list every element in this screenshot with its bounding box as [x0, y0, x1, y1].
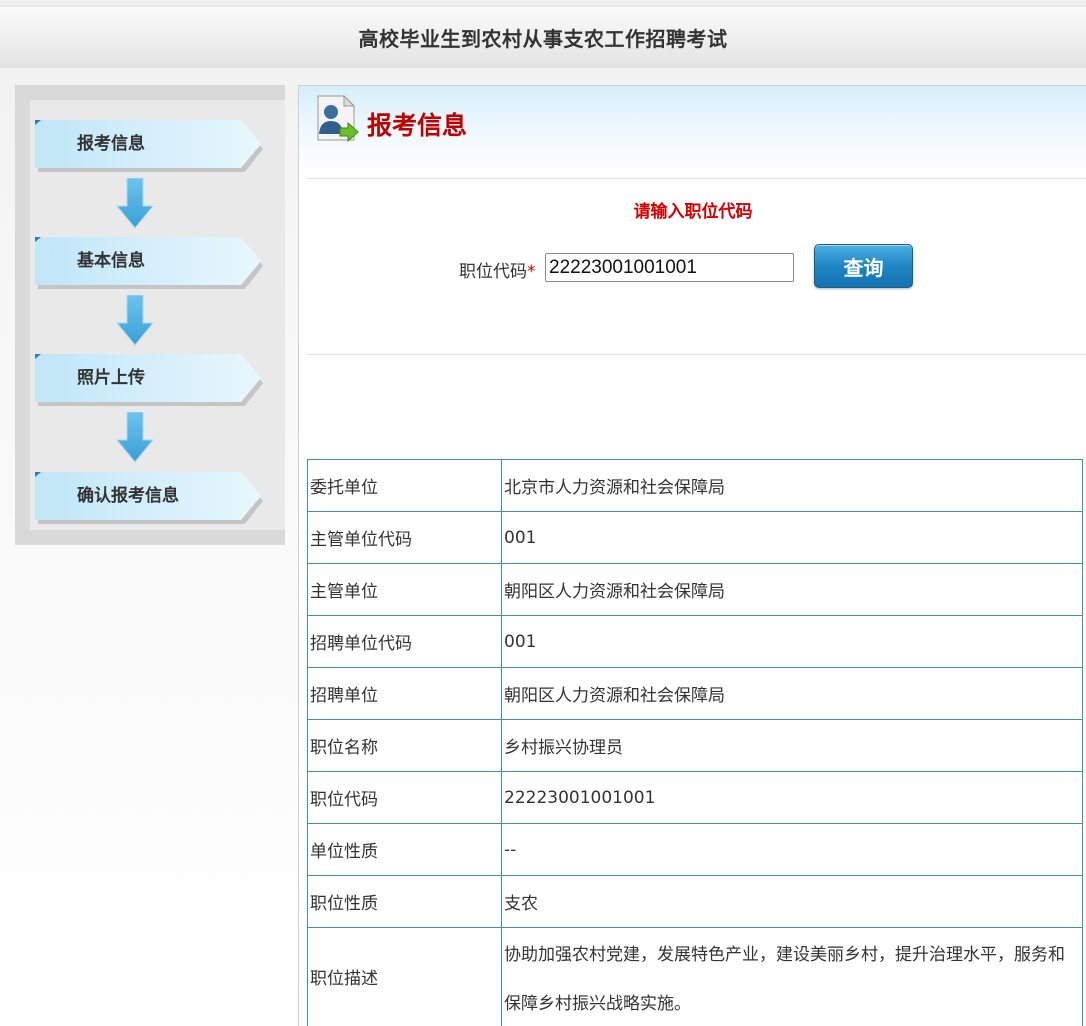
position-info-table: 委托单位 北京市人力资源和社会保障局 主管单位代码 001 主管单位 朝阳区人力资源和社会…	[307, 459, 1083, 1026]
arrow-down-icon	[115, 178, 155, 229]
step-label: 照片上传	[77, 368, 145, 388]
code-prompt: 请输入职位代码	[633, 202, 753, 222]
field-value: --	[501, 823, 1083, 876]
page-title: 高校毕业生到农村从事支农工作招聘考试	[358, 27, 728, 51]
field-label: 职位名称	[307, 719, 502, 772]
field-value: 朝阳区人力资源和社会保障局	[501, 563, 1083, 616]
table-row: 单位性质 --	[307, 823, 1083, 876]
table-row: 招聘单位 朝阳区人力资源和社会保障局	[307, 667, 1083, 720]
field-value: 朝阳区人力资源和社会保障局	[501, 667, 1083, 720]
table-row: 主管单位 朝阳区人力资源和社会保障局	[307, 563, 1083, 616]
table-row: 招聘单位代码 001	[307, 615, 1083, 668]
step-shape	[35, 237, 263, 289]
field-label: 职位性质	[307, 875, 502, 928]
required-mark: *	[527, 262, 536, 282]
page-header: 高校毕业生到农村从事支农工作招聘考试	[0, 6, 1086, 68]
field-value: 22223001001001	[501, 771, 1083, 824]
field-value: 乡村振兴协理员	[501, 719, 1083, 772]
table-row: 职位性质 支农	[307, 875, 1083, 928]
step-label: 基本信息	[77, 251, 145, 271]
step-photo-upload[interactable]: 照片上传	[35, 354, 263, 406]
step-shape	[35, 120, 263, 172]
user-document-icon	[317, 94, 359, 143]
step-basic-info[interactable]: 基本信息	[35, 237, 263, 289]
table-row: 职位描述 协助加强农村党建，发展特色产业，建设美丽乡村，提升治理水平，服务和保障乡…	[307, 927, 1083, 1026]
position-code-input[interactable]	[545, 253, 794, 282]
step-sidebar: 报考信息 基本信息 照片上传 确认报考信息	[15, 85, 285, 545]
position-code-label: 职位代码*	[459, 257, 536, 282]
step-apply-info[interactable]: 报考信息	[35, 120, 263, 172]
position-code-label-text: 职位代码	[459, 262, 527, 282]
divider	[307, 178, 1086, 179]
field-value: 001	[501, 615, 1083, 668]
field-label: 招聘单位代码	[307, 615, 502, 668]
field-value: 北京市人力资源和社会保障局	[501, 459, 1083, 512]
field-label: 委托单位	[307, 459, 502, 512]
arrow-down-icon	[115, 295, 155, 346]
table-row: 委托单位 北京市人力资源和社会保障局	[307, 459, 1083, 512]
field-value: 001	[501, 511, 1083, 564]
field-label: 职位描述	[307, 927, 502, 1026]
step-list: 报考信息 基本信息 照片上传 确认报考信息	[30, 100, 285, 530]
field-value: 支农	[501, 875, 1083, 928]
panel-header: 报考信息	[299, 86, 1086, 178]
query-button[interactable]: 查询	[814, 244, 913, 288]
panel-title: 报考信息	[367, 111, 468, 140]
field-value: 协助加强农村党建，发展特色产业，建设美丽乡村，提升治理水平，服务和保障乡村振兴战…	[501, 927, 1083, 1026]
field-label: 单位性质	[307, 823, 502, 876]
step-label: 确认报考信息	[77, 486, 179, 506]
field-label: 职位代码	[307, 771, 502, 824]
arrow-down-icon	[115, 412, 155, 463]
field-label: 主管单位	[307, 563, 502, 616]
divider	[307, 354, 1086, 355]
step-shape	[35, 354, 263, 406]
table-row: 职位代码 22223001001001	[307, 771, 1083, 824]
field-label: 招聘单位	[307, 667, 502, 720]
main-panel: 报考信息 请输入职位代码 职位代码* 查询 委托单位北京市人力资源和社会保障局主…	[298, 85, 1086, 1026]
field-label: 主管单位代码	[307, 511, 502, 564]
table-row: 主管单位代码 001	[307, 511, 1083, 564]
table-row: 职位名称 乡村振兴协理员	[307, 719, 1083, 772]
step-confirm-info[interactable]: 确认报考信息	[35, 472, 263, 524]
step-label: 报考信息	[77, 134, 145, 154]
